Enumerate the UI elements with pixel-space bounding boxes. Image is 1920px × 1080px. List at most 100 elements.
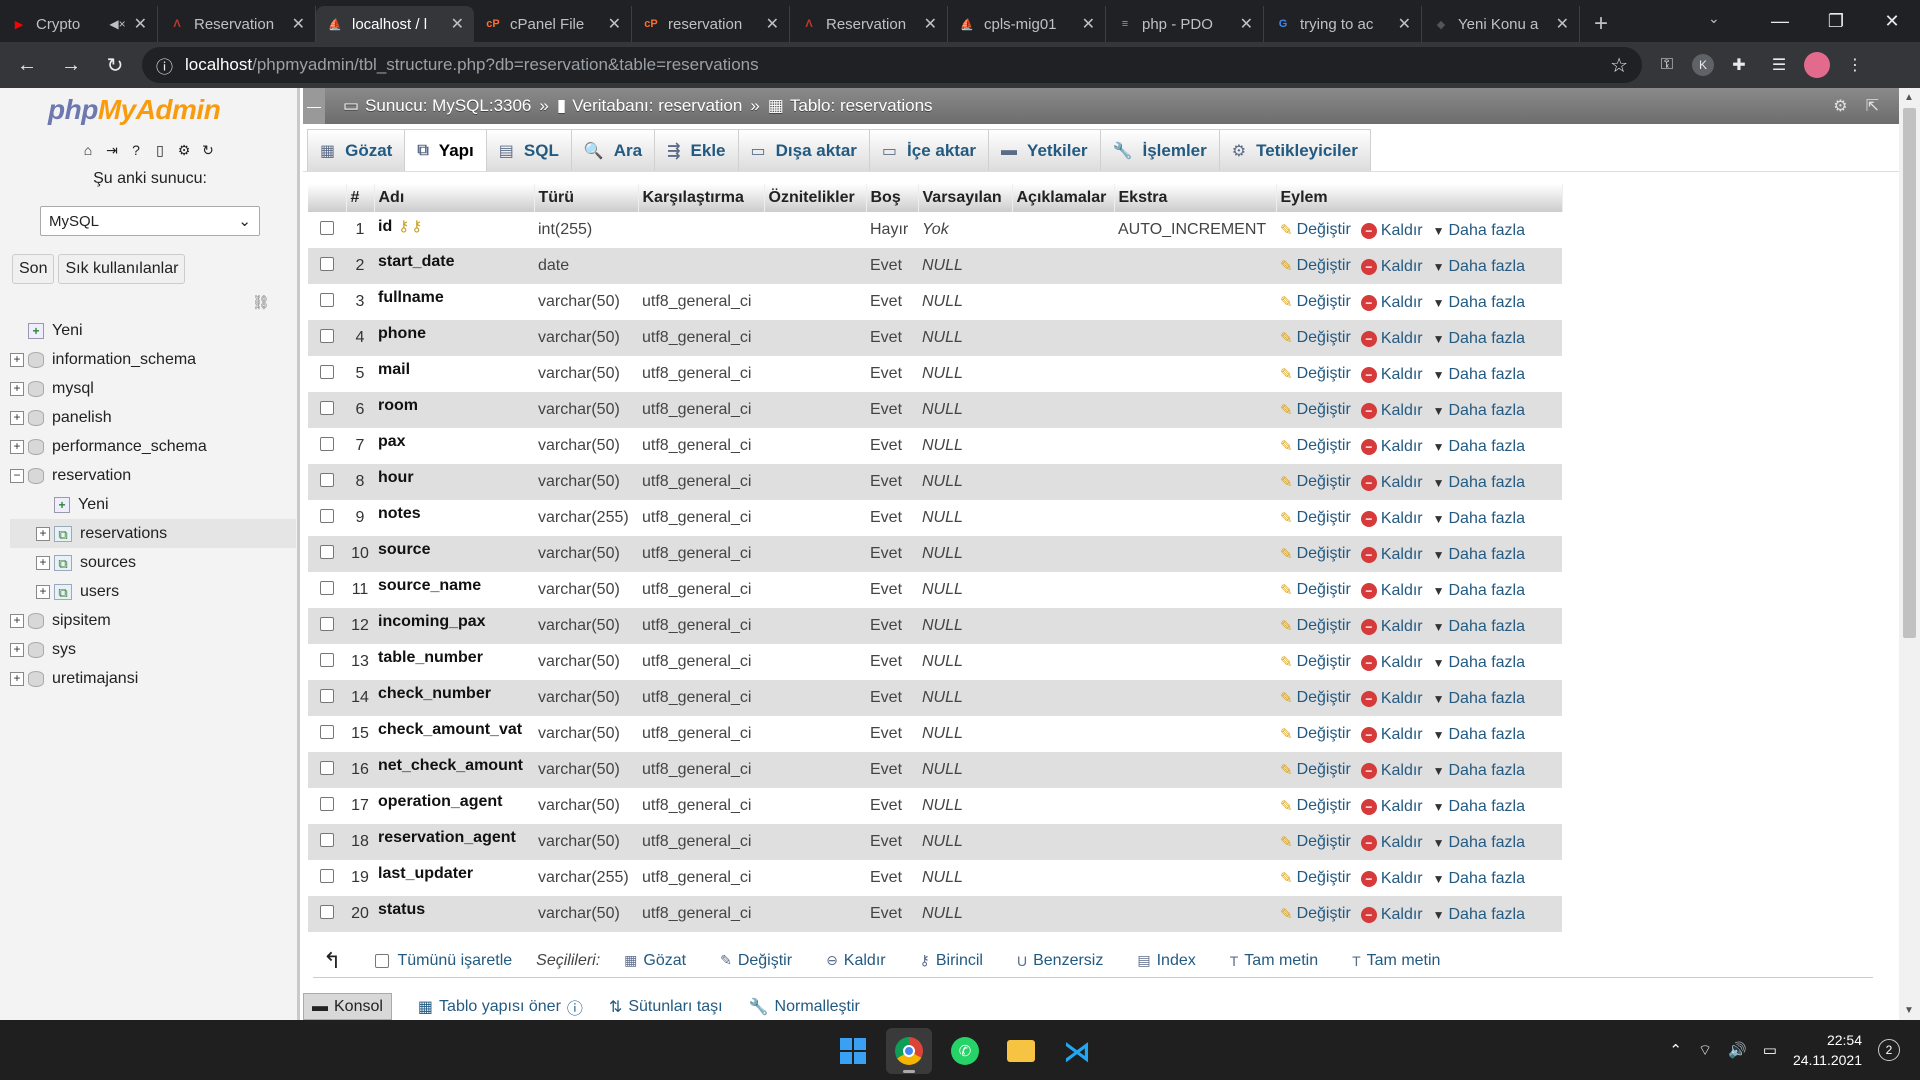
breadcrumb-database[interactable]: Veritabanı: reservation	[572, 96, 742, 116]
row-checkbox[interactable]	[320, 400, 334, 415]
expand-icon[interactable]: +	[10, 439, 24, 454]
close-tab-icon[interactable]: ✕	[292, 14, 305, 34]
row-checkbox[interactable]	[320, 508, 334, 523]
more-button[interactable]: ▼ Daha fazla	[1433, 222, 1525, 240]
expand-icon[interactable]: +	[36, 584, 50, 599]
column-header[interactable]: Varsayılan	[918, 184, 1013, 212]
more-button[interactable]: ▼ Daha fazla	[1433, 474, 1525, 492]
drop-button[interactable]: − Kaldır	[1360, 654, 1423, 672]
move-columns-link[interactable]: ⇅ Sütunları taşı	[609, 997, 723, 1017]
table-row[interactable]: 8 hour varchar(50) utf8_general_ci Evet NULL ✎…	[308, 464, 1562, 500]
row-checkbox[interactable]	[320, 868, 334, 883]
more-button[interactable]: ▼ Daha fazla	[1433, 366, 1525, 384]
column-header[interactable]: #	[346, 184, 375, 212]
row-checkbox[interactable]	[320, 760, 334, 775]
drop-button[interactable]: − Kaldır	[1360, 798, 1423, 816]
more-button[interactable]: ▼ Daha fazla	[1433, 654, 1525, 672]
bulk-action-button[interactable]: ⊖ Kaldır	[826, 952, 886, 970]
column-header[interactable]: Boş	[866, 184, 919, 212]
chrome-taskbar-icon[interactable]	[886, 1028, 932, 1074]
collapse-icon[interactable]: −	[10, 468, 24, 483]
help-icon[interactable]: ⓘ	[567, 995, 583, 1019]
table-row[interactable]: 4 phone varchar(50) utf8_general_ci Evet NULL…	[308, 320, 1562, 356]
tree-item[interactable]: + Yeni	[10, 316, 296, 345]
collapse-navigation-icon[interactable]: —	[303, 88, 325, 124]
tab-7[interactable]: ▭ İçe aktar	[868, 129, 990, 171]
change-button[interactable]: ✎ Değiştir	[1280, 869, 1351, 887]
browser-tab[interactable]: ◆ Yeni Konu a ✕	[1422, 6, 1580, 42]
row-checkbox[interactable]	[320, 616, 334, 631]
tree-item-label[interactable]: Yeni	[52, 322, 83, 340]
row-checkbox[interactable]	[320, 472, 334, 487]
tree-item[interactable]: + ⧉ reservations	[10, 519, 296, 548]
close-tab-icon[interactable]: ✕	[766, 14, 779, 34]
tab-8[interactable]: ▬ Yetkiler	[988, 129, 1101, 171]
tree-item[interactable]: − reservation	[10, 461, 296, 490]
recent-tables-button[interactable]: Son	[12, 254, 55, 284]
change-button[interactable]: ✎ Değiştir	[1280, 401, 1351, 419]
tree-item-label[interactable]: sipsitem	[52, 612, 111, 630]
table-row[interactable]: 5 mail varchar(50) utf8_general_ci Evet NULL ✎…	[308, 356, 1562, 392]
check-all-checkbox[interactable]	[375, 953, 390, 968]
row-checkbox[interactable]	[320, 436, 334, 451]
more-button[interactable]: ▼ Daha fazla	[1433, 510, 1525, 528]
browser-tab[interactable]: Λ Reservation ✕	[158, 6, 316, 42]
table-row[interactable]: 1 id ⚷⚷ int(255) Hayır Yok AUTO_INCREMENT ✎ Deği…	[308, 212, 1562, 248]
more-button[interactable]: ▼ Daha fazla	[1433, 438, 1525, 456]
browser-tab[interactable]: Λ Reservation ✕	[790, 6, 948, 42]
change-button[interactable]: ✎ Değiştir	[1280, 617, 1351, 635]
browser-tab[interactable]: cP cPanel File ✕	[474, 6, 632, 42]
more-button[interactable]: ▼ Daha fazla	[1433, 762, 1525, 780]
more-button[interactable]: ▼ Daha fazla	[1433, 690, 1525, 708]
browser-tab[interactable]: ≡ php - PDO ✕	[1106, 6, 1264, 42]
drop-button[interactable]: − Kaldır	[1360, 618, 1423, 636]
change-button[interactable]: ✎ Değiştir	[1280, 221, 1351, 239]
change-button[interactable]: ✎ Değiştir	[1280, 437, 1351, 455]
change-button[interactable]: ✎ Değiştir	[1280, 257, 1351, 275]
drop-button[interactable]: − Kaldır	[1360, 258, 1423, 276]
battery-icon[interactable]: ▭	[1763, 1041, 1777, 1059]
change-button[interactable]: ✎ Değiştir	[1280, 545, 1351, 563]
change-button[interactable]: ✎ Değiştir	[1280, 653, 1351, 671]
column-header[interactable]: Açıklamalar	[1012, 184, 1115, 212]
row-checkbox[interactable]	[320, 688, 334, 703]
console-tab[interactable]: ▬ Konsol	[303, 993, 392, 1020]
more-button[interactable]: ▼ Daha fazla	[1433, 834, 1525, 852]
table-row[interactable]: 11 source_name varchar(50) utf8_general_ci E…	[308, 572, 1562, 608]
link-with-main-icon[interactable]: ⛓	[252, 294, 270, 311]
drop-button[interactable]: − Kaldır	[1360, 726, 1423, 744]
more-button[interactable]: ▼ Daha fazla	[1433, 618, 1525, 636]
tree-item-label[interactable]: uretimajansi	[52, 670, 138, 688]
breadcrumb-server[interactable]: Sunucu: MySQL:3306	[365, 96, 531, 116]
extensions-puzzle-icon[interactable]: ✚	[1724, 50, 1754, 80]
table-row[interactable]: 13 table_number varchar(50) utf8_general_ci…	[308, 644, 1562, 680]
favorite-tables-button[interactable]: Sık kullanılanlar	[58, 254, 186, 284]
drop-button[interactable]: − Kaldır	[1360, 546, 1423, 564]
check-all[interactable]: Tümünü işaretle	[375, 952, 512, 970]
more-button[interactable]: ▼ Daha fazla	[1433, 546, 1525, 564]
muted-speaker-icon[interactable]: ◀×	[109, 17, 125, 31]
expand-icon[interactable]: +	[10, 613, 24, 628]
bulk-action-button[interactable]: ▦ Gözat	[624, 952, 686, 970]
docs-icon[interactable]: ▯	[150, 140, 170, 160]
settings-gear-icon[interactable]: ⚙	[1833, 96, 1847, 116]
maximize-icon[interactable]: ❐	[1808, 11, 1864, 32]
server-select[interactable]: MySQL ⌄	[40, 206, 260, 236]
normalize-link[interactable]: 🔧 Normalleştir	[749, 997, 860, 1017]
tree-item-label[interactable]: mysql	[52, 380, 94, 398]
tab-6[interactable]: ▭ Dışa aktar	[737, 129, 870, 171]
more-button[interactable]: ▼ Daha fazla	[1433, 870, 1525, 888]
scroll-down-icon[interactable]: ▼	[1904, 1005, 1914, 1016]
row-checkbox[interactable]	[320, 904, 334, 919]
drop-button[interactable]: − Kaldır	[1360, 222, 1423, 240]
drop-button[interactable]: − Kaldır	[1360, 510, 1423, 528]
expand-icon[interactable]: +	[10, 642, 24, 657]
bulk-action-button[interactable]: T Tam metin	[1352, 952, 1440, 970]
file-explorer-taskbar-icon[interactable]	[998, 1028, 1044, 1074]
tree-item[interactable]: + uretimajansi	[10, 664, 296, 693]
minimize-icon[interactable]: —	[1752, 11, 1808, 32]
table-row[interactable]: 6 room varchar(50) utf8_general_ci Evet NULL ✎…	[308, 392, 1562, 428]
notification-badge[interactable]: 2	[1878, 1039, 1900, 1061]
drop-button[interactable]: − Kaldır	[1360, 366, 1423, 384]
close-tab-icon[interactable]: ✕	[134, 14, 147, 34]
